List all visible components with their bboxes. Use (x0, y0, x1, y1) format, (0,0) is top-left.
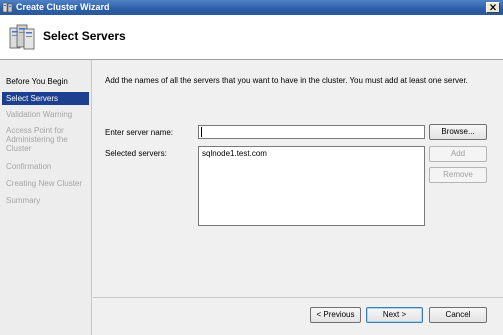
server-name-input[interactable] (198, 125, 425, 139)
list-item[interactable]: sqlnode1.test.com (202, 149, 267, 159)
wizard-header: Select Servers (0, 15, 503, 60)
window-title: Create Cluster Wizard (16, 2, 110, 12)
cluster-icon (2, 2, 13, 13)
servers-icon (8, 22, 38, 52)
nav-step-validation-warning: Validation Warning (6, 110, 73, 119)
previous-button[interactable]: < Previous (310, 307, 361, 323)
server-name-label: Enter server name: (105, 128, 174, 137)
selected-servers-label: Selected servers: (105, 149, 167, 158)
remove-button[interactable]: Remove (429, 167, 487, 183)
selected-servers-list[interactable]: sqlnode1.test.com (198, 146, 425, 226)
add-button[interactable]: Add (429, 146, 487, 162)
close-button[interactable] (486, 2, 500, 13)
browse-button[interactable]: Browse... (429, 124, 487, 140)
page-title: Select Servers (43, 29, 126, 43)
wizard-steps-nav: Before You Begin Select Servers Validati… (0, 60, 92, 335)
title-bar[interactable]: Create Cluster Wizard (0, 0, 503, 15)
nav-step-creating-new-cluster: Creating New Cluster (6, 179, 83, 188)
text-caret (201, 127, 202, 137)
footer-divider (93, 297, 503, 298)
nav-step-summary: Summary (6, 196, 41, 205)
cancel-button[interactable]: Cancel (429, 307, 487, 323)
wizard-window: Create Cluster Wizard Select Servers Bef… (0, 0, 503, 335)
nav-step-select-servers[interactable]: Select Servers (2, 92, 89, 105)
nav-step-access-point: Access Point for Administering the Clust… (6, 126, 68, 153)
nav-step-confirmation: Confirmation (6, 162, 52, 171)
nav-step-before-you-begin[interactable]: Before You Begin (0, 77, 88, 86)
next-button[interactable]: Next > (366, 307, 423, 323)
instruction-text: Add the names of all the servers that yo… (105, 76, 468, 85)
